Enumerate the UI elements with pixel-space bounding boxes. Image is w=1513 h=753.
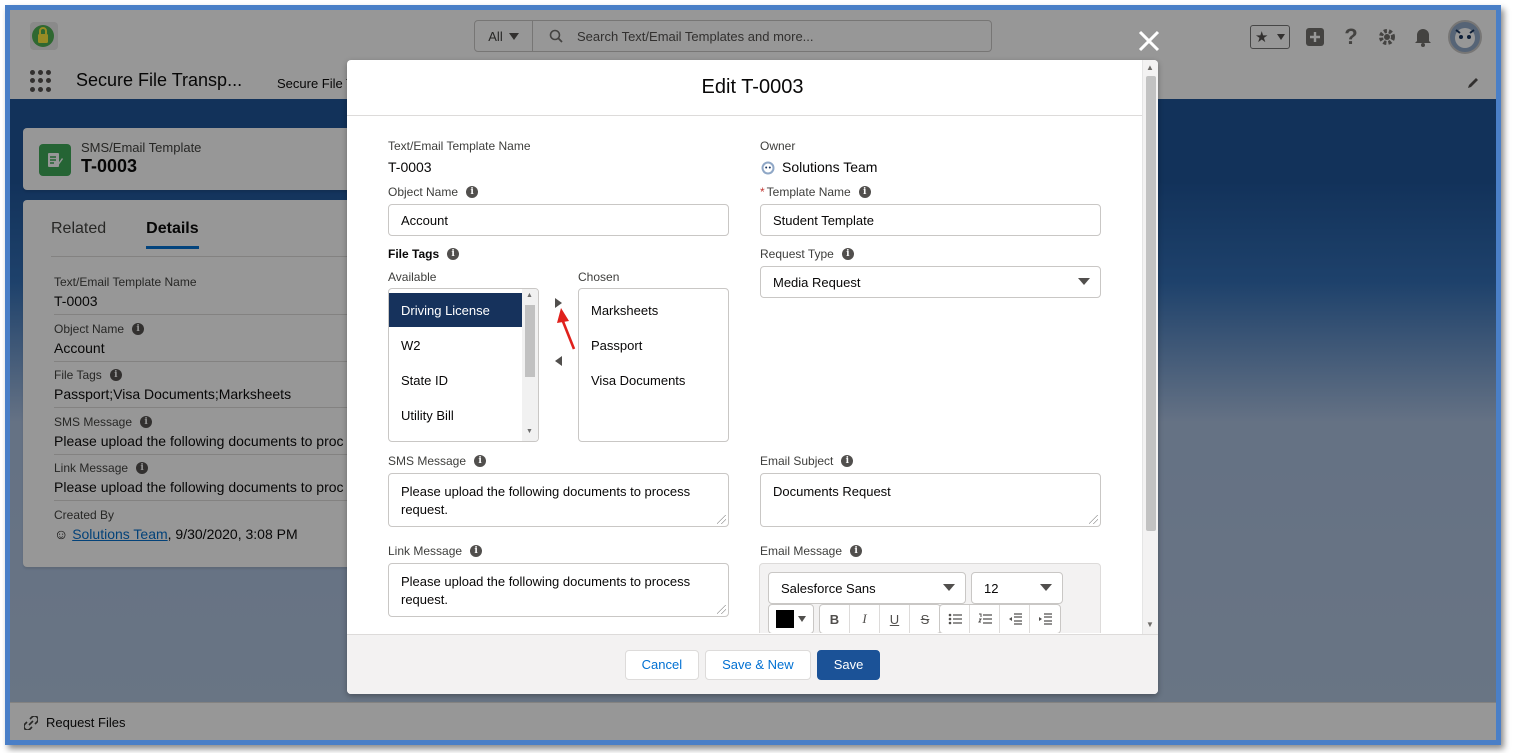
chosen-option[interactable]: Visa Documents	[579, 363, 713, 397]
list-toolbar	[939, 604, 1061, 633]
bold-button[interactable]: B	[820, 605, 850, 633]
template-name-input[interactable]: Student Template	[760, 204, 1101, 236]
sms-message-textarea[interactable]: Please upload the following documents to…	[388, 473, 729, 527]
template-label: * Template Name i	[760, 185, 871, 199]
resize-grip-icon[interactable]	[717, 515, 726, 524]
available-option[interactable]: W2	[389, 328, 523, 362]
modal-scrollbar[interactable]: ▲ ▼	[1142, 60, 1158, 634]
outdent-icon[interactable]	[1000, 605, 1030, 633]
info-icon[interactable]: i	[841, 248, 854, 260]
info-icon[interactable]: i	[447, 248, 460, 260]
object-name-label: Object Name i	[388, 185, 479, 199]
strikethrough-button[interactable]: S	[910, 605, 940, 633]
format-toolbar: B I U S	[819, 604, 941, 633]
file-tags-label: File Tags i	[388, 247, 460, 261]
available-option[interactable]: State ID	[389, 363, 523, 397]
edit-record-modal: Edit T-0003 Text/Email Template Name T-0…	[347, 60, 1158, 694]
move-to-available-icon[interactable]	[555, 356, 562, 366]
link-message-label: Link Message i	[388, 544, 483, 558]
save-button[interactable]: Save	[816, 649, 881, 680]
font-family-value: Salesforce Sans	[781, 580, 876, 596]
scroll-up-icon[interactable]: ▲	[1146, 63, 1154, 72]
template-name-label: Text/Email Template Name	[388, 139, 531, 153]
scroll-up-icon[interactable]: ▲	[526, 292, 533, 299]
object-name-input[interactable]: Account	[388, 204, 729, 236]
numbered-list-icon[interactable]	[970, 605, 1000, 633]
modal-body: Text/Email Template Name T-0003 Object N…	[347, 117, 1142, 633]
caret-down-icon	[943, 584, 955, 591]
sms-message-text: Please upload the following documents to…	[401, 484, 691, 517]
owner-name[interactable]: Solutions Team	[782, 159, 877, 175]
modal-scroll-thumb[interactable]	[1146, 76, 1156, 531]
available-option[interactable]: Driving License	[389, 293, 523, 327]
scroll-down-icon[interactable]: ▼	[1146, 620, 1154, 629]
email-subject-label: Email Subject i	[760, 454, 854, 468]
modal-footer: Cancel Save & New Save	[347, 634, 1158, 694]
cancel-button[interactable]: Cancel	[624, 649, 700, 680]
app: All ★ ?	[10, 10, 1496, 740]
modal-close-icon[interactable]	[1138, 26, 1168, 56]
underline-button[interactable]: U	[880, 605, 910, 633]
italic-button[interactable]: I	[850, 605, 880, 633]
annotation-arrow-icon	[557, 308, 576, 350]
email-subject-textarea[interactable]: Documents Request	[760, 473, 1101, 527]
info-icon[interactable]: i	[841, 455, 854, 467]
required-marker: *	[760, 185, 765, 199]
screenshot-frame: All ★ ?	[5, 5, 1501, 745]
chosen-listbox[interactable]: Marksheets Passport Visa Documents	[578, 288, 729, 442]
chosen-option[interactable]: Marksheets	[579, 293, 713, 327]
link-message-text: Please upload the following documents to…	[401, 574, 691, 607]
indent-icon[interactable]	[1030, 605, 1060, 633]
bulleted-list-icon[interactable]	[940, 605, 970, 633]
owner-label: Owner	[760, 139, 796, 153]
available-label: Available	[388, 270, 437, 284]
modal-title: Edit T-0003	[347, 60, 1158, 116]
listbox-scroll-thumb[interactable]	[525, 305, 535, 377]
chosen-option[interactable]: Passport	[579, 328, 713, 362]
template-name-value: T-0003	[388, 159, 432, 175]
owner-value: Solutions Team	[760, 159, 877, 175]
info-icon[interactable]: i	[474, 455, 487, 467]
listbox-scrollbar[interactable]: ▲ ▼	[522, 289, 538, 441]
resize-grip-icon[interactable]	[1089, 515, 1098, 524]
email-message-rich-text-editor[interactable]: Salesforce Sans 12 B I U S	[759, 563, 1101, 633]
font-family-select[interactable]: Salesforce Sans	[768, 572, 966, 604]
request-type-select[interactable]: Media Request	[760, 266, 1101, 298]
caret-down-icon	[1040, 584, 1052, 591]
caret-down-icon	[1078, 278, 1090, 285]
color-swatch-icon	[776, 610, 794, 628]
text-color-picker[interactable]	[768, 604, 814, 633]
save-and-new-button[interactable]: Save & New	[705, 649, 811, 680]
font-size-value: 12	[984, 580, 999, 596]
email-subject-text: Documents Request	[773, 484, 891, 499]
info-icon[interactable]: i	[470, 545, 483, 557]
resize-grip-icon[interactable]	[717, 605, 726, 614]
sms-message-label: SMS Message i	[388, 454, 487, 468]
info-icon[interactable]: i	[850, 545, 863, 557]
info-icon[interactable]: i	[466, 186, 479, 198]
available-listbox[interactable]: Driving License W2 State ID Utility Bill…	[388, 288, 539, 442]
available-option[interactable]: Utility Bill	[389, 398, 523, 432]
email-message-label: Email Message i	[760, 544, 863, 558]
request-type-label: Request Type i	[760, 247, 854, 261]
font-size-select[interactable]: 12	[971, 572, 1063, 604]
info-icon[interactable]: i	[858, 186, 871, 198]
chosen-label: Chosen	[578, 270, 620, 284]
request-type-value: Media Request	[773, 274, 861, 290]
scroll-down-icon[interactable]: ▼	[526, 428, 533, 435]
link-message-textarea[interactable]: Please upload the following documents to…	[388, 563, 729, 617]
owner-avatar-icon	[761, 161, 775, 175]
caret-down-icon	[798, 616, 806, 622]
